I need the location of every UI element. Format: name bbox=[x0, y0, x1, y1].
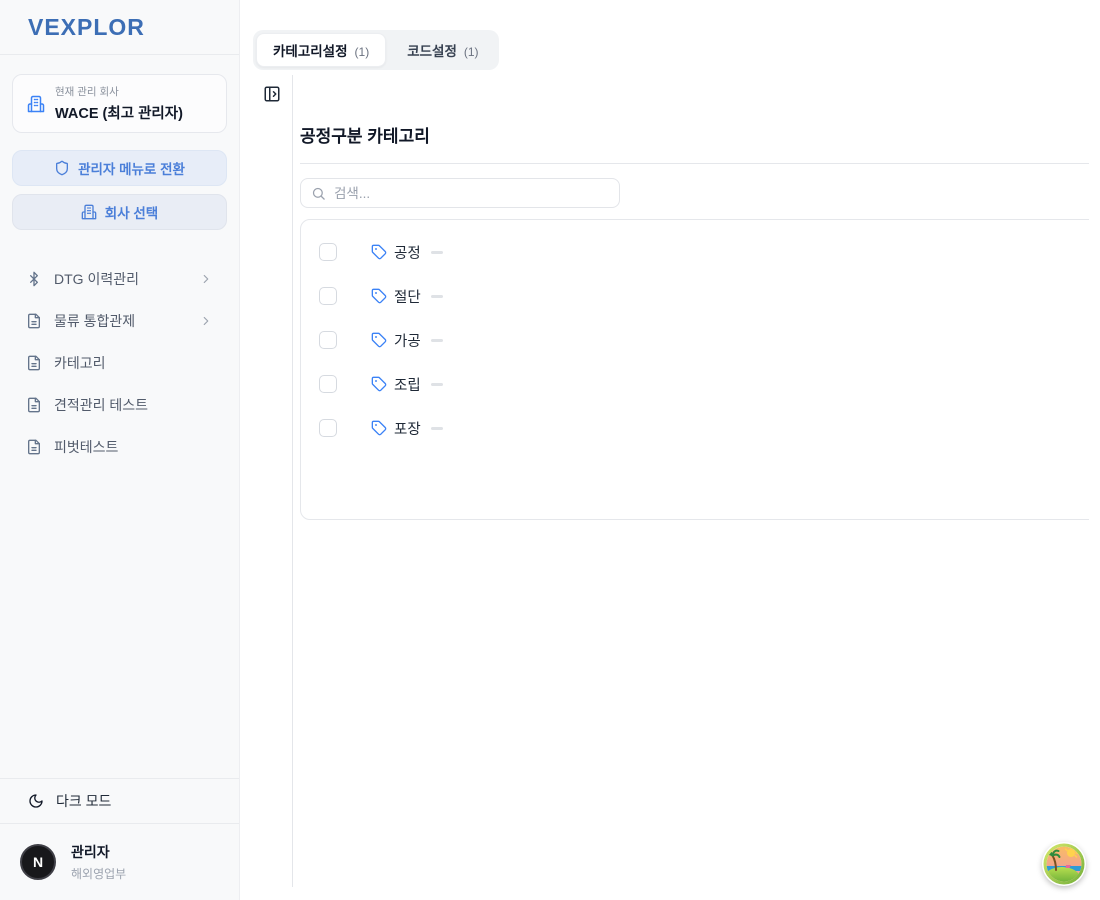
user-profile[interactable]: N 관리자 해외영업부 bbox=[0, 824, 239, 900]
tab-category-settings[interactable]: 카테고리설정 (1) bbox=[256, 33, 386, 67]
logo-bar: VEXPLOR bbox=[0, 0, 239, 55]
dash-indicator bbox=[431, 251, 443, 254]
avatar: N bbox=[20, 844, 56, 880]
list-item[interactable]: 가공 bbox=[301, 318, 1089, 362]
sidebar-item-category[interactable]: 카테고리 bbox=[12, 342, 227, 384]
vexplor-logo: VEXPLOR bbox=[28, 14, 145, 41]
category-label: 공정 bbox=[394, 242, 421, 263]
moon-icon bbox=[28, 793, 44, 809]
user-department: 해외영업부 bbox=[71, 865, 126, 882]
company-name: WACE (최고 관리자) bbox=[55, 102, 183, 123]
chevron-right-icon bbox=[199, 272, 213, 286]
document-icon bbox=[26, 313, 42, 329]
sidebar-menu: DTG 이력관리 물류 통합관제 카테고리 견적관리 테스트 bbox=[0, 258, 239, 468]
tab-count-badge: (1) bbox=[355, 45, 370, 59]
select-company-button[interactable]: 회사 선택 bbox=[12, 194, 227, 230]
tab-label: 카테고리설정 bbox=[273, 40, 348, 60]
building-icon bbox=[27, 95, 45, 113]
list-item[interactable]: 절단 bbox=[301, 274, 1089, 318]
settings-tabs: 카테고리설정 (1) 코드설정 (1) bbox=[253, 30, 499, 70]
sidebar-item-label: 피벗테스트 bbox=[54, 437, 118, 457]
sidebar-item-label: 카테고리 bbox=[54, 353, 106, 373]
page-title: 공정구분 카테고리 bbox=[300, 122, 1089, 147]
select-company-label: 회사 선택 bbox=[105, 202, 158, 222]
dash-indicator bbox=[431, 427, 443, 430]
sidebar-item-label: DTG 이력관리 bbox=[54, 269, 139, 289]
dash-indicator bbox=[431, 295, 443, 298]
bluetooth-icon bbox=[26, 271, 42, 287]
main-area: 카테고리설정 (1) 코드설정 (1) 공정구분 카테고리 bbox=[240, 0, 1100, 900]
category-label: 가공 bbox=[394, 330, 421, 351]
sidebar-item-label: 물류 통합관제 bbox=[54, 311, 135, 331]
tag-icon bbox=[371, 332, 387, 348]
tab-label: 코드설정 bbox=[407, 40, 457, 60]
search-input[interactable] bbox=[334, 186, 609, 201]
checkbox[interactable] bbox=[319, 375, 337, 393]
sidebar-item-quote-test[interactable]: 견적관리 테스트 bbox=[12, 384, 227, 426]
switch-admin-menu-label: 관리자 메뉴로 전환 bbox=[78, 158, 185, 178]
search-box bbox=[300, 178, 620, 208]
list-item[interactable]: 포장 bbox=[301, 406, 1089, 450]
tag-icon bbox=[371, 288, 387, 304]
shield-icon bbox=[54, 160, 70, 176]
category-label: 조립 bbox=[394, 374, 421, 395]
checkbox[interactable] bbox=[319, 419, 337, 437]
sidebar-item-label: 견적관리 테스트 bbox=[54, 395, 148, 415]
horizontal-divider bbox=[300, 163, 1089, 164]
dark-mode-label: 다크 모드 bbox=[56, 791, 111, 811]
current-company-card: 현재 관리 회사 WACE (최고 관리자) bbox=[12, 74, 227, 133]
search-icon bbox=[311, 186, 326, 201]
document-icon bbox=[26, 439, 42, 455]
tab-code-settings[interactable]: 코드설정 (1) bbox=[390, 33, 495, 67]
category-label: 절단 bbox=[394, 286, 421, 307]
tropical-island-icon bbox=[1042, 842, 1086, 886]
list-item[interactable]: 조립 bbox=[301, 362, 1089, 406]
building-icon bbox=[81, 204, 97, 220]
user-name: 관리자 bbox=[71, 842, 126, 862]
sidebar-collapse-icon[interactable] bbox=[263, 85, 281, 103]
switch-admin-menu-button[interactable]: 관리자 메뉴로 전환 bbox=[12, 150, 227, 186]
list-item[interactable]: 공정 bbox=[301, 230, 1089, 274]
checkbox[interactable] bbox=[319, 331, 337, 349]
checkbox[interactable] bbox=[319, 243, 337, 261]
dark-mode-toggle[interactable]: 다크 모드 bbox=[0, 778, 239, 824]
vertical-divider bbox=[292, 75, 293, 887]
document-icon bbox=[26, 355, 42, 371]
tag-icon bbox=[371, 244, 387, 260]
category-list-panel: 공정 절단 가공 bbox=[300, 219, 1089, 520]
dash-indicator bbox=[431, 383, 443, 386]
checkbox[interactable] bbox=[319, 287, 337, 305]
sidebar: VEXPLOR 현재 관리 회사 WACE (최고 관리자) 관리자 메뉴로 전… bbox=[0, 0, 240, 900]
category-label: 포장 bbox=[394, 418, 421, 439]
tag-icon bbox=[371, 420, 387, 436]
dash-indicator bbox=[431, 339, 443, 342]
category-content: 공정구분 카테고리 공정 bbox=[300, 110, 1089, 830]
chevron-right-icon bbox=[199, 314, 213, 328]
document-icon bbox=[26, 397, 42, 413]
tropical-widget-button[interactable] bbox=[1042, 842, 1086, 886]
sidebar-item-dtg-history[interactable]: DTG 이력관리 bbox=[12, 258, 227, 300]
tag-icon bbox=[371, 376, 387, 392]
tab-count-badge: (1) bbox=[464, 45, 479, 59]
sidebar-item-pivot-test[interactable]: 피벗테스트 bbox=[12, 426, 227, 468]
company-card-label: 현재 관리 회사 bbox=[55, 84, 183, 99]
sidebar-item-logistics[interactable]: 물류 통합관제 bbox=[12, 300, 227, 342]
